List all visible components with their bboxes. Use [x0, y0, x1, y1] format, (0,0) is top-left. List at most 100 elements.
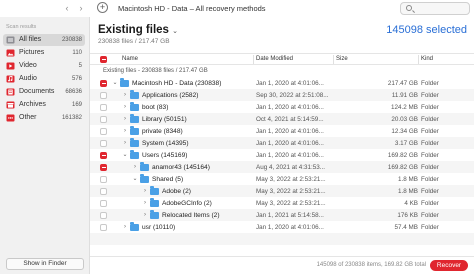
sidebar-item-label: Documents — [19, 88, 55, 95]
row-date: Aug 4, 2021 at 4:31:53... — [256, 163, 325, 171]
column-divider[interactable] — [253, 55, 254, 64]
add-icon[interactable]: + — [97, 2, 108, 13]
table-row[interactable]: ⌄ Shared (5) May 3, 2022 at 2:53:21... 1… — [90, 173, 474, 185]
column-header-date[interactable]: Date Modified — [256, 56, 293, 62]
row-kind: Folder — [421, 151, 439, 159]
row-checkbox[interactable] — [100, 103, 107, 111]
archives-icon — [6, 101, 15, 109]
chevron-down-icon[interactable]: ⌄ — [122, 151, 128, 159]
chevron-right-icon[interactable]: › — [142, 187, 148, 195]
audio-icon — [6, 75, 15, 83]
sidebar-item-count: 230838 — [61, 36, 82, 43]
row-checkbox[interactable] — [100, 175, 107, 183]
row-size: 124.2 MB — [391, 103, 418, 111]
column-divider[interactable] — [418, 55, 419, 64]
table-row[interactable]: › Applications (2582) Sep 30, 2022 at 2:… — [90, 89, 474, 101]
page-title-text: Existing files — [98, 24, 169, 36]
chevron-right-icon[interactable]: › — [122, 103, 128, 111]
row-checkbox[interactable] — [100, 79, 107, 87]
folder-icon — [140, 174, 149, 183]
table-row[interactable]: › private (8348) Jan 1, 2020 at 4:01:06.… — [90, 125, 474, 137]
other-icon — [6, 114, 15, 122]
sidebar-item-documents[interactable]: Documents 68636 — [3, 86, 85, 98]
folder-icon — [150, 210, 159, 219]
row-name: AdobeGCInfo (2) — [162, 199, 212, 207]
column-header-kind[interactable]: Kind — [421, 56, 433, 62]
row-checkbox[interactable] — [100, 115, 107, 123]
table-row[interactable]: › boot (83) Jan 1, 2020 at 4:01:06... 12… — [90, 101, 474, 113]
show-in-finder-button[interactable]: Show in Finder — [6, 258, 84, 270]
row-checkbox[interactable] — [100, 163, 107, 171]
row-date: May 3, 2022 at 2:53:21... — [256, 187, 326, 195]
row-date: May 3, 2022 at 2:53:21... — [256, 175, 326, 183]
chevron-right-icon[interactable]: › — [122, 115, 128, 123]
sidebar-item-label: Pictures — [19, 49, 45, 56]
row-date: Jan 1, 2021 at 5:14:58... — [256, 211, 324, 219]
row-name: usr (10110) — [142, 223, 176, 231]
search-field[interactable] — [400, 2, 470, 15]
chevron-down-icon[interactable]: ⌄ — [172, 28, 178, 35]
row-date: Sep 30, 2022 at 2:51:08... — [256, 91, 329, 99]
window-title: Macintosh HD - Data – All recovery metho… — [118, 4, 266, 13]
sidebar-item-other[interactable]: Other 161382 — [3, 112, 85, 124]
row-checkbox[interactable] — [100, 151, 107, 159]
folder-icon — [150, 186, 159, 195]
table-row[interactable]: › usr (10110) Jan 1, 2020 at 4:01:06... … — [90, 221, 474, 233]
table-row[interactable]: › Adobe (2) May 3, 2022 at 2:53:21... 1.… — [90, 185, 474, 197]
chevron-right-icon[interactable]: › — [122, 127, 128, 135]
row-kind: Folder — [421, 199, 439, 207]
chevron-right-icon[interactable]: › — [122, 91, 128, 99]
sidebar-item-pictures[interactable]: Pictures 110 — [3, 47, 85, 59]
chevron-right-icon[interactable]: › — [122, 223, 128, 231]
chevron-down-icon[interactable]: ⌄ — [132, 175, 138, 183]
row-size: 169.82 GB — [387, 163, 418, 171]
pictures-icon — [6, 49, 15, 57]
row-checkbox[interactable] — [100, 139, 107, 147]
row-checkbox[interactable] — [100, 223, 107, 231]
row-checkbox[interactable] — [100, 199, 107, 207]
column-header-size[interactable]: Size — [336, 56, 348, 62]
row-size: 217.47 GB — [387, 79, 418, 87]
recover-button[interactable]: Recover — [430, 260, 468, 271]
column-divider[interactable] — [333, 55, 334, 64]
table-row[interactable]: › Library (50151) Oct 4, 2021 at 5:14:59… — [90, 113, 474, 125]
row-size: 1.8 MB — [398, 175, 418, 183]
row-checkbox[interactable] — [100, 127, 107, 135]
folder-icon — [130, 90, 139, 99]
row-name: anamor43 (145164) — [152, 163, 210, 171]
chevron-right-icon[interactable]: › — [132, 163, 138, 171]
row-name: Library (50151) — [142, 115, 187, 123]
table-row[interactable]: › System (14395) Jan 1, 2020 at 4:01:06.… — [90, 137, 474, 149]
back-icon[interactable]: ‹ — [62, 3, 72, 13]
page-title[interactable]: Existing files ⌄ — [98, 24, 178, 36]
chevron-right-icon[interactable]: › — [142, 199, 148, 207]
sidebar-item-archives[interactable]: Archives 169 — [3, 99, 85, 111]
folder-icon — [140, 162, 149, 171]
table-row[interactable]: › anamor43 (145164) Aug 4, 2021 at 4:31:… — [90, 161, 474, 173]
folder-icon — [130, 222, 139, 231]
sidebar-item-all-files[interactable]: All files 230838 — [3, 34, 85, 46]
column-header-name[interactable]: Name — [122, 56, 138, 62]
table-row[interactable]: › AdobeGCInfo (2) May 3, 2022 at 2:53:21… — [90, 197, 474, 209]
chevron-down-icon[interactable]: ⌄ — [112, 79, 118, 87]
table-row[interactable]: › Relocated Items (2) Jan 1, 2021 at 5:1… — [90, 209, 474, 221]
table-row[interactable]: ⌄ Users (145169) Jan 1, 2020 at 4:01:06.… — [90, 149, 474, 161]
row-name: Users (145169) — [142, 151, 188, 159]
row-size: 57.4 MB — [394, 223, 418, 231]
forward-icon[interactable]: › — [76, 3, 86, 13]
row-date: Jan 1, 2020 at 4:01:06... — [256, 79, 324, 87]
row-name: Relocated Items (2) — [162, 211, 220, 219]
chevron-right-icon[interactable]: › — [122, 139, 128, 147]
row-checkbox[interactable] — [100, 211, 107, 219]
folder-icon — [130, 126, 139, 135]
search-input[interactable] — [417, 4, 465, 14]
row-checkbox[interactable] — [100, 187, 107, 195]
sidebar-item-audio[interactable]: Audio 576 — [3, 73, 85, 85]
title-bar: ‹ › + Macintosh HD - Data – All recovery… — [0, 0, 474, 17]
row-checkbox[interactable] — [100, 91, 107, 99]
page-subtitle: 230838 files / 217.47 GB — [98, 38, 170, 45]
sidebar-item-video[interactable]: Video 5 — [3, 60, 85, 72]
select-all-checkbox[interactable] — [100, 56, 107, 63]
chevron-right-icon[interactable]: › — [142, 211, 148, 219]
table-row[interactable]: ⌄ Macintosh HD - Data (230838) Jan 1, 20… — [90, 77, 474, 89]
